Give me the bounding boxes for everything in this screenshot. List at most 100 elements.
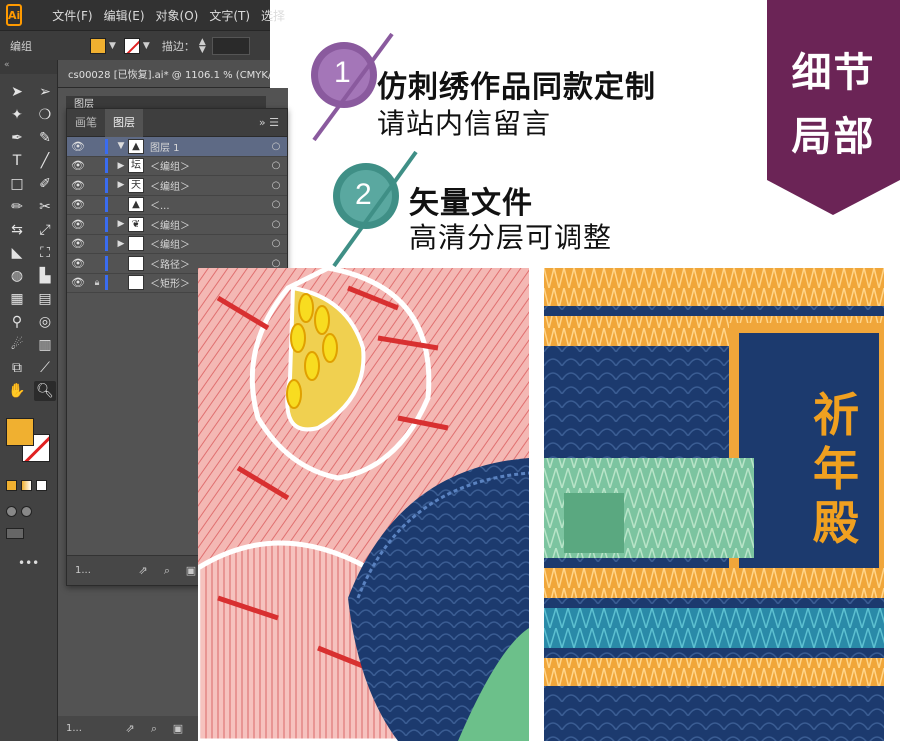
flower-embroidery-detail xyxy=(198,268,529,741)
warp-tool-icon[interactable]: ◣ xyxy=(6,243,28,263)
eye-icon[interactable]: 👁︎ xyxy=(67,218,89,231)
tab-brushes[interactable]: 画笔 xyxy=(67,109,105,137)
fill-stroke-control[interactable] xyxy=(6,418,54,462)
target-circle-icon[interactable]: ○ xyxy=(265,238,287,249)
tab-layers[interactable]: 图层 xyxy=(105,108,143,137)
color-mode-row xyxy=(6,480,47,491)
rectangle-tool-icon[interactable]: □ xyxy=(6,174,28,194)
ribbon-line-two: 局部 xyxy=(791,114,876,160)
layer-name: ＜编组＞ xyxy=(150,220,190,232)
menu-select[interactable]: 选择 xyxy=(261,7,285,24)
eye-icon[interactable]: 👁︎ xyxy=(67,179,89,192)
badge-one-number: 1 xyxy=(334,56,351,89)
paintbrush-tool-icon[interactable]: ✐ xyxy=(34,174,56,194)
gradient-tool-icon[interactable]: ▤ xyxy=(34,289,56,309)
fill-color-box[interactable] xyxy=(6,418,34,446)
line-tool-icon[interactable]: ╱ xyxy=(34,151,56,171)
slice-tool-icon[interactable]: ⟋ xyxy=(34,358,56,378)
stroke-spinner-icon[interactable]: ▲ ▼ xyxy=(199,37,206,54)
control-bar: 编组 ▼ ▼ 描边： ▲ ▼ xyxy=(0,30,270,60)
clipping-mask-icon[interactable]: ▣ xyxy=(166,722,190,735)
chevron-right-icon[interactable]: ▶ xyxy=(114,219,128,229)
layer-row[interactable]: 👁︎ ▶ 天 ＜编组＞ ○ xyxy=(67,176,287,196)
target-circle-icon[interactable]: ○ xyxy=(265,180,287,191)
scale-tool-icon[interactable]: ⤢ xyxy=(34,220,56,240)
locate-object-icon[interactable]: ⌕ xyxy=(155,564,179,578)
screenshot-stage: Ai 文件(F) 编辑(E) 对象(O) 文字(T) 选择 编组 ▼ ▼ 描边：… xyxy=(0,0,900,741)
eye-icon[interactable]: 👁︎ xyxy=(67,140,89,153)
export-icon[interactable]: ⇗ xyxy=(118,722,142,735)
lasso-tool-icon[interactable]: ❍ xyxy=(34,105,56,125)
gradient-mode-icon[interactable] xyxy=(21,480,32,491)
layer-row[interactable]: 👁︎ ▲ ＜... ○ xyxy=(67,196,287,215)
layer-color-bar xyxy=(105,255,108,271)
layer-name: ＜编组＞ xyxy=(150,162,190,174)
pen-tool-icon[interactable]: ✒ xyxy=(6,128,28,148)
eye-icon[interactable]: 👁︎ xyxy=(67,198,89,211)
free-transform-tool-icon[interactable]: ⛶ xyxy=(34,243,56,263)
target-circle-icon[interactable]: ○ xyxy=(265,219,287,230)
chevron-right-icon[interactable]: ▶ xyxy=(114,239,128,249)
eye-icon[interactable]: 👁︎ xyxy=(67,257,89,270)
menu-object[interactable]: 对象(O) xyxy=(156,7,199,24)
curvature-tool-icon[interactable]: ✎ xyxy=(34,128,56,148)
perspective-tool-icon[interactable]: ▦ xyxy=(6,289,28,309)
direct-selection-tool-icon[interactable]: ➢ xyxy=(34,82,56,102)
menu-edit[interactable]: 编辑(E) xyxy=(104,7,145,24)
hand-tool-icon[interactable]: ✋ xyxy=(6,381,28,401)
layer-thumbnail: ❦ xyxy=(128,216,144,232)
zoom-tool-icon[interactable]: 🔍︎ xyxy=(34,381,56,401)
eyedropper-tool-icon[interactable]: ⚲ xyxy=(6,312,28,332)
panel-menu-icon[interactable]: » ☰ xyxy=(259,116,287,129)
pencil-tool-icon[interactable]: ✏ xyxy=(6,197,28,217)
layer-row[interactable]: 👁︎ ▶ ＜编组＞ ○ xyxy=(67,235,287,254)
layer-thumbnail: ▲ xyxy=(128,138,144,154)
scissors-tool-icon[interactable]: ✂ xyxy=(34,197,56,217)
stroke-weight-input[interactable] xyxy=(211,36,250,55)
layer-color-bar xyxy=(105,216,108,232)
draw-behind-icon[interactable] xyxy=(21,506,32,517)
menu-file[interactable]: 文件(F) xyxy=(52,7,92,24)
layer-row[interactable]: 👁︎ ▶ 坛 ＜编组＞ ○ xyxy=(67,157,287,176)
magic-wand-tool-icon[interactable]: ✦ xyxy=(6,105,28,125)
chevron-down-icon[interactable]: ▼ xyxy=(143,41,150,51)
chevron-right-icon[interactable]: ▶ xyxy=(114,161,128,171)
lock-icon[interactable]: 🔒︎ xyxy=(89,278,105,288)
reflect-tool-icon[interactable]: ⇆ xyxy=(6,220,28,240)
chevron-down-icon[interactable]: ▼ xyxy=(109,41,116,51)
screen-mode-icon[interactable] xyxy=(6,528,24,539)
chevron-right-icon[interactable]: ▶ xyxy=(114,180,128,190)
target-circle-icon[interactable]: ○ xyxy=(265,160,287,171)
layer-row-parent[interactable]: 👁︎ ▼ ▲ 图层 1 ○ xyxy=(67,137,287,157)
blend-tool-icon[interactable]: ◎ xyxy=(34,312,56,332)
document-tab[interactable]: cs00028 [已恢复].ai* @ 1106.1 % (CMYK/预览) xyxy=(58,60,270,88)
draw-mode-icon[interactable] xyxy=(6,506,17,517)
eye-icon[interactable]: 👁︎ xyxy=(67,237,89,250)
draw-mode-row xyxy=(6,506,32,517)
fill-color-swatch[interactable] xyxy=(90,37,106,54)
stroke-color-swatch[interactable] xyxy=(123,37,140,54)
menu-type[interactable]: 文字(T) xyxy=(209,7,250,24)
export-icon[interactable]: ⇗ xyxy=(131,564,155,577)
selection-tool-icon[interactable]: ➤ xyxy=(6,82,28,102)
column-graph-tool-icon[interactable]: ▥ xyxy=(34,335,56,355)
target-circle-icon[interactable]: ○ xyxy=(265,141,287,152)
symbol-sprayer-tool-icon[interactable]: ☄ xyxy=(6,335,28,355)
more-tools-icon[interactable]: ••• xyxy=(18,556,39,570)
chevron-down-icon[interactable]: ▼ xyxy=(114,141,128,151)
live-paint-tool-icon[interactable]: ▙ xyxy=(34,266,56,286)
none-mode-icon[interactable] xyxy=(36,480,47,491)
panel-collapse-icon[interactable]: « xyxy=(0,60,57,74)
layer-thumbnail: ▲ xyxy=(128,197,144,213)
artboard-tool-icon[interactable]: ⧉ xyxy=(6,358,28,378)
type-tool-icon[interactable]: T xyxy=(6,151,28,171)
shape-builder-tool-icon[interactable]: ◍ xyxy=(6,266,28,286)
eye-icon[interactable]: 👁︎ xyxy=(67,159,89,172)
eye-icon[interactable]: 👁︎ xyxy=(67,276,89,289)
layer-name: ＜编组＞ xyxy=(150,240,190,252)
locate-object-icon[interactable]: ⌕ xyxy=(142,722,166,736)
layer-color-bar xyxy=(105,236,108,252)
color-mode-icon[interactable] xyxy=(6,480,17,491)
layer-row[interactable]: 👁︎ ▶ ❦ ＜编组＞ ○ xyxy=(67,215,287,235)
target-circle-icon[interactable]: ○ xyxy=(265,199,287,210)
